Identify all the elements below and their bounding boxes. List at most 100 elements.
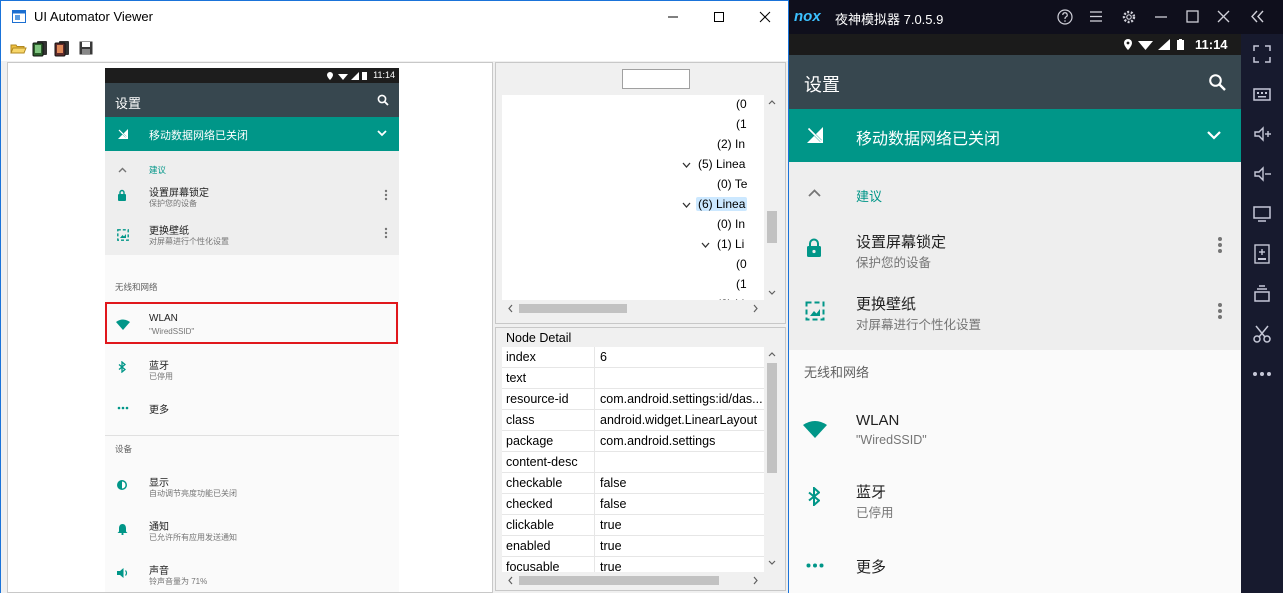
maximize-button[interactable] [696,1,742,33]
expand-chevron-icon[interactable] [682,162,691,168]
chevron-up-icon[interactable] [118,167,127,173]
volume-down-icon[interactable] [1252,164,1272,184]
overflow-menu-icon[interactable] [1217,236,1223,254]
table-row[interactable]: text [502,368,764,389]
lock-icon [806,238,822,257]
phone-title: 设置 [115,96,142,111]
list-item-bluetooth[interactable]: 蓝牙 已停用 [105,346,399,390]
tree-node[interactable]: (2) In [502,135,780,155]
uia-title-bar[interactable]: UI Automator Viewer [1,1,788,33]
table-row[interactable]: focusable true [502,557,764,572]
list-item-more[interactable]: 更多 [789,526,1241,593]
minimize-button[interactable] [650,1,696,33]
table-row[interactable]: checkable false [502,473,764,494]
column-divider [594,557,595,572]
screen-icon[interactable] [1252,204,1272,224]
tree-filter-input[interactable] [622,69,690,89]
property-key: index [506,350,536,364]
list-item-wlan[interactable]: WLAN "WiredSSID" [789,390,1241,458]
apk-install-icon[interactable] [1252,244,1272,264]
multi-instance-icon[interactable] [1252,284,1272,304]
device-screenshot-compressed-icon[interactable] [54,40,71,57]
chevron-down-icon[interactable] [377,130,387,137]
search-icon[interactable] [1208,73,1226,91]
tree-node[interactable]: (5) Linea [502,155,780,175]
list-item-display[interactable]: 显示 自动调节亮度功能已关闭 [105,465,399,509]
suggestion-subtitle: 对屏幕进行个性化设置 [149,237,229,246]
table-row[interactable]: checked false [502,494,764,515]
tree-vertical-scrollbar[interactable] [764,95,780,317]
bell-icon [117,523,128,535]
item-title: 蓝牙 [149,361,169,372]
list-item-more[interactable]: 更多 [105,390,399,428]
maximize-button[interactable] [1186,10,1199,23]
open-icon[interactable] [10,40,27,57]
list-item-sound[interactable]: 声音 铃声音量为 71% [105,553,399,592]
tree-node-label: (1 [736,117,747,131]
tree-node[interactable]: (0) Te [502,175,780,195]
tree-horizontal-scrollbar[interactable] [502,300,764,317]
more-options-icon[interactable] [1252,364,1272,384]
brightness-icon [116,479,128,491]
node-detail-pane: Node Detail index 6 text resource-id com.and… [495,327,786,591]
expand-chevron-icon[interactable] [701,242,710,248]
overflow-menu-icon[interactable] [384,189,388,201]
mobile-data-banner[interactable]: 移动数据网络已关闭 [789,109,1241,162]
list-item-notifications[interactable]: 通知 已允许所有应用发送通知 [105,509,399,553]
detail-horizontal-scrollbar[interactable] [502,572,764,589]
tree-node[interactable]: (1) Li [502,235,780,255]
wifi-icon [803,420,827,438]
save-icon[interactable] [78,40,95,57]
settings-gear-icon[interactable] [1121,9,1137,25]
search-icon[interactable] [377,94,389,106]
chevron-up-icon[interactable] [808,189,821,197]
expand-chevron-icon[interactable] [682,202,691,208]
table-row[interactable]: enabled true [502,536,764,557]
nox-title-bar[interactable]: nox 夜神模拟器 7.0.5.9 [789,0,1283,34]
volume-up-icon[interactable] [1252,124,1272,144]
overflow-menu-icon[interactable] [1217,302,1223,320]
menu-icon[interactable] [1089,10,1103,23]
tree-node[interactable]: (0 [502,95,780,115]
keyboard-icon[interactable] [1252,84,1272,104]
table-row[interactable]: class android.widget.LinearLayout [502,410,764,431]
table-row[interactable]: clickable true [502,515,764,536]
tree-node[interactable]: (0 [502,255,780,275]
fullscreen-icon[interactable] [1252,44,1272,64]
suggestion-screen-lock[interactable]: 设置屏幕锁定 保护您的设备 [105,175,399,219]
table-row[interactable]: package com.android.settings [502,431,764,452]
chevron-down-icon[interactable] [1207,131,1221,140]
suggestion-title: 更换壁纸 [856,296,917,313]
tree-node[interactable]: (0) In [502,215,780,235]
overflow-menu-icon[interactable] [384,227,388,239]
scissors-icon[interactable] [1252,324,1272,344]
suggestion-screen-lock[interactable]: 设置屏幕锁定 保护您的设备 [789,214,1241,282]
tree-node[interactable]: (1 [502,115,780,135]
nox-emulator-window: nox 夜神模拟器 7.0.5.9 11:14 设置 移动数据网络已关闭 建议 … [789,0,1283,593]
close-button[interactable] [1217,10,1230,23]
close-button[interactable] [742,1,788,33]
device-screenshot-icon[interactable] [32,40,49,57]
table-row[interactable]: resource-id com.android.settings:id/das..… [502,389,764,410]
table-row[interactable]: index 6 [502,347,764,368]
selected-node-highlight [105,302,398,344]
node-detail-table[interactable]: index 6 text resource-id com.android.setting… [502,347,764,572]
item-title: 通知 [149,522,169,533]
tree-node-label: (0 [736,257,747,271]
hierarchy-tree[interactable]: (0 (1 (2) In (5) Linea (0) Te (6) Linea (0) In… [502,95,780,300]
table-row[interactable]: content-desc [502,452,764,473]
detail-vertical-scrollbar[interactable] [764,347,780,572]
suggestion-wallpaper[interactable]: 更换壁纸 对屏幕进行个性化设置 [105,219,399,255]
item-title: WLAN [856,412,900,429]
help-icon[interactable] [1057,9,1073,25]
list-item-bluetooth[interactable]: 蓝牙 已停用 [789,458,1241,526]
minimize-button[interactable] [1155,16,1167,18]
screenshot-pane[interactable]: 11:14 设置 移动数据网络已关闭 建议 设置屏幕锁定 保护您的设备 更换壁纸… [7,62,493,593]
collapse-sidebar-icon[interactable] [1250,10,1266,23]
android-screen[interactable]: 11:14 设置 移动数据网络已关闭 建议 设置屏幕锁定 保护您的设备 更换壁纸… [789,34,1241,593]
phone-clock: 11:14 [373,70,395,80]
tree-node[interactable]: (1 [502,275,780,295]
mobile-data-banner[interactable]: 移动数据网络已关闭 [105,117,399,151]
tree-node[interactable]: (6) Linea [502,195,780,215]
suggestion-wallpaper[interactable]: 更换壁纸 对屏幕进行个性化设置 [789,282,1241,350]
